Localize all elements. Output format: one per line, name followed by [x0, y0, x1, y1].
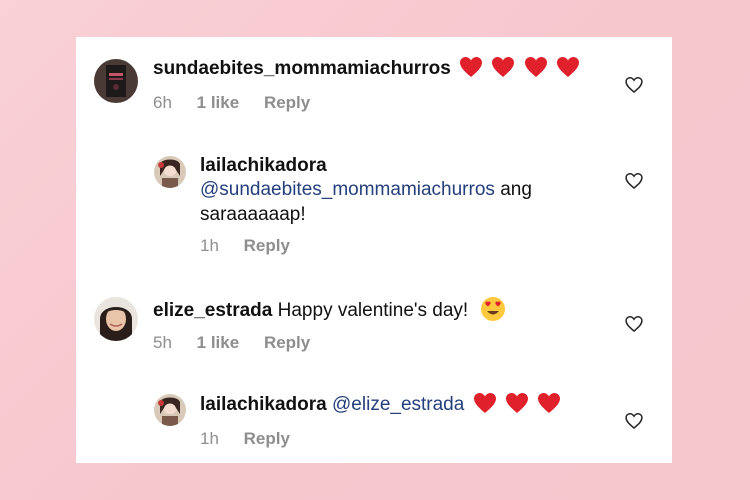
heart-emoji: [521, 57, 553, 79]
heart-emoji: [502, 393, 534, 415]
timestamp: 6h: [153, 93, 172, 112]
comment-line: lailachikadora: [200, 153, 327, 179]
avatar[interactable]: [154, 156, 186, 188]
comment-meta: 1h Reply: [200, 429, 310, 449]
mention-link[interactable]: @sundaebites_mommamiachurros: [200, 179, 495, 200]
comment-meta: 1h Reply: [200, 236, 310, 256]
like-heart-icon[interactable]: [624, 314, 644, 334]
like-count[interactable]: 1 like: [197, 93, 240, 112]
avatar[interactable]: [94, 297, 138, 341]
like-heart-icon[interactable]: [624, 171, 644, 191]
heart-emoji: [470, 393, 502, 415]
comment-text: saraaaaaap!: [200, 204, 306, 225]
heart-emoji: [534, 393, 561, 415]
comments-card: sundaebites_mommamiachurros 6h 1 like Re…: [76, 37, 672, 463]
username[interactable]: elize_estrada: [153, 300, 272, 321]
heart-emoji: [456, 57, 488, 79]
username[interactable]: lailachikadora: [200, 394, 327, 415]
like-count[interactable]: 1 like: [197, 333, 240, 352]
avatar[interactable]: [154, 394, 186, 426]
comment-meta: 6h 1 like Reply: [153, 93, 330, 113]
heart-emoji: [553, 57, 580, 79]
comment-line: sundaebites_mommamiachurros: [153, 56, 580, 82]
reply-button[interactable]: Reply: [244, 429, 290, 448]
comment-line: @sundaebites_mommamiachurros ang: [200, 177, 532, 203]
reply-button[interactable]: Reply: [264, 93, 310, 112]
reply-button[interactable]: Reply: [244, 236, 290, 255]
reply-button[interactable]: Reply: [264, 333, 310, 352]
heart-eyes-emoji: [474, 297, 506, 321]
comment-meta: 5h 1 like Reply: [153, 333, 330, 353]
timestamp: 5h: [153, 333, 172, 352]
comment-text: ang: [494, 179, 532, 200]
avatar[interactable]: [94, 59, 138, 103]
comment-line: elize_estrada Happy valentine's day!: [153, 296, 506, 324]
username[interactable]: sundaebites_mommamiachurros: [153, 58, 451, 79]
comment-text: Happy valentine's day!: [277, 300, 469, 321]
comment-line: lailachikadora @elize_estrada: [200, 392, 561, 418]
like-heart-icon[interactable]: [624, 75, 644, 95]
like-heart-icon[interactable]: [624, 411, 644, 431]
username[interactable]: lailachikadora: [200, 155, 327, 176]
heart-emoji: [488, 57, 520, 79]
timestamp: 1h: [200, 236, 219, 255]
timestamp: 1h: [200, 429, 219, 448]
comment-line: saraaaaaap!: [200, 202, 306, 228]
mention-link[interactable]: @elize_estrada: [332, 394, 464, 415]
